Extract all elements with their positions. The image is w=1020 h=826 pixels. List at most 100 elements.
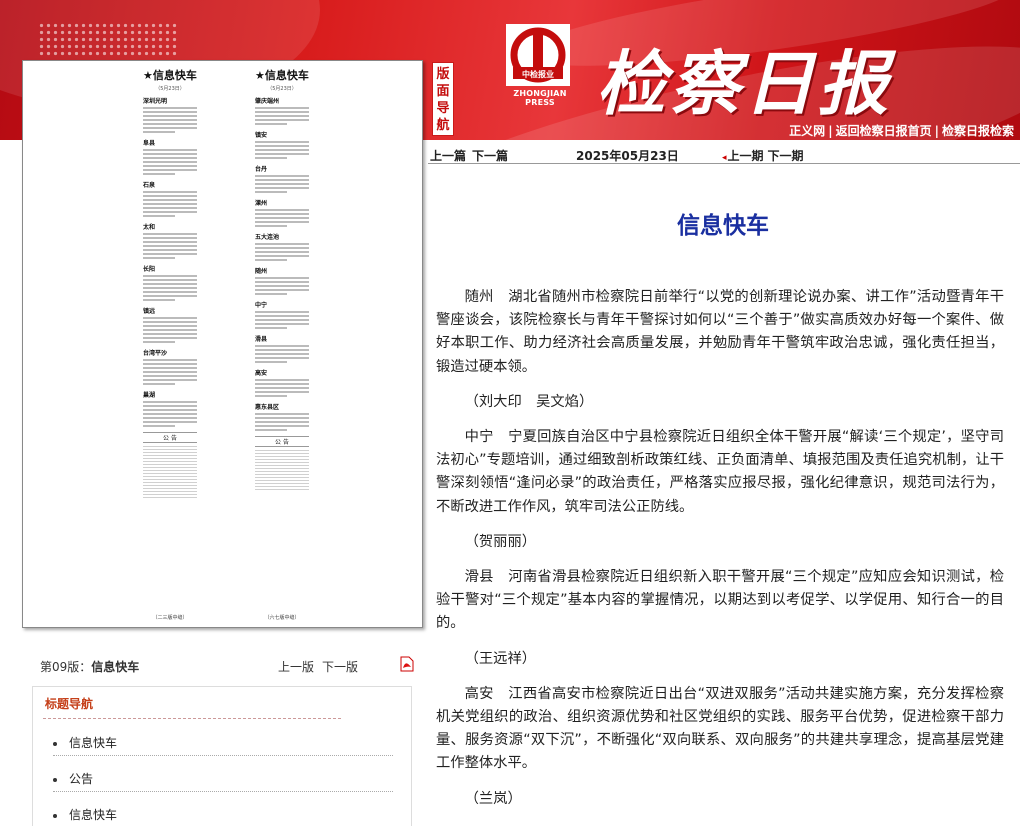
preview-text-line <box>143 359 197 361</box>
preview-column-left[interactable]: ★信息快车 （5月23日） 深圳光明 阜县 石泉 太和 长阳 镇远 台湾平沙 巢湖 公 告 （… <box>143 67 197 621</box>
preview-text-line <box>255 315 309 317</box>
arrow-left-icon: ◂ <box>722 153 727 163</box>
preview-text-line <box>143 111 197 113</box>
preview-text-line <box>255 145 309 147</box>
preview-text-line <box>143 153 197 155</box>
preview-text-line <box>143 405 197 407</box>
title-navigation-panel: 标题导航 信息快车 公告 信息快车 <box>32 686 412 826</box>
preview-column-date: （5月23日） <box>155 86 185 92</box>
logo-emblem-icon: 中检报业 <box>510 27 566 83</box>
preview-text-line <box>143 321 197 323</box>
preview-text-line <box>143 207 197 209</box>
next-issue-link[interactable]: 下一期 <box>768 149 804 163</box>
preview-article-block: 高安 <box>255 368 309 397</box>
bullet-icon <box>53 813 57 818</box>
prev-page-link[interactable]: 上一版 <box>278 660 314 674</box>
link-search[interactable]: 检察日报检索 <box>942 124 1014 138</box>
preview-text-line <box>143 425 176 427</box>
prev-article-link[interactable]: 上一篇 <box>430 149 466 163</box>
preview-text-line <box>143 203 197 205</box>
preview-text-line <box>255 379 309 381</box>
toc-item[interactable]: 信息快车 <box>53 806 117 823</box>
preview-text-line <box>255 311 309 313</box>
preview-fine-print-line <box>255 471 309 472</box>
page-number: 第09版： <box>40 660 92 674</box>
preview-text-line <box>255 221 309 223</box>
preview-text-line <box>255 357 309 359</box>
preview-text-line <box>143 363 197 365</box>
article-paragraph: 高安 江西省高安市检察院近日出台“双进双服务”活动共建实施方案，充分发挥检察机关… <box>436 685 1004 772</box>
preview-text-line <box>255 111 309 113</box>
preview-article-heading: 五大连池 <box>255 234 280 241</box>
press-logo: 中检报业 ZHONGJIAN PRESS <box>506 24 574 107</box>
toc-item[interactable]: 信息快车 <box>53 734 117 751</box>
preview-text-line <box>255 153 309 155</box>
preview-article-block: 长阳 <box>143 264 197 301</box>
preview-text-line <box>143 287 197 289</box>
preview-article-block: 中宁 <box>255 300 309 329</box>
preview-text-line <box>143 249 197 251</box>
preview-article-block: 石泉 <box>143 180 197 217</box>
preview-text-line <box>255 395 288 397</box>
preview-fine-print-line <box>255 459 309 460</box>
preview-text-line <box>255 425 309 427</box>
preview-text-line <box>255 213 309 215</box>
preview-text-line <box>255 281 309 283</box>
link-home[interactable]: 返回检察日报首页 <box>836 124 932 138</box>
preview-notice: 公 告 <box>255 436 309 447</box>
preview-column-right[interactable]: ★信息快车 （5月23日） 肇庆端州 镇安 台丹 溧州 五大连池 随州 中宁 滑县 高安 惠东县区… <box>255 67 309 621</box>
preview-column-date: （5月23日） <box>267 86 297 92</box>
preview-fine-print-line <box>143 476 197 477</box>
preview-article-heading: 镇安 <box>255 132 268 139</box>
prev-issue-link[interactable]: 上一期 <box>728 149 764 163</box>
pdf-download-icon[interactable] <box>400 656 414 672</box>
preview-text-line <box>143 173 176 175</box>
preview-fine-print-line <box>143 485 197 486</box>
article-author: （贺丽丽） <box>464 533 537 550</box>
preview-article-block: 五大连池 <box>255 232 309 261</box>
article-paragraph: 中宁 宁夏回族自治区中宁县检察院近日组织全体干警开展“解读‘三个规定’，坚守司法… <box>436 429 1004 515</box>
preview-text-line <box>255 225 288 227</box>
page-name: 信息快车 <box>91 660 140 674</box>
preview-text-line <box>143 237 197 239</box>
preview-text-line <box>143 241 197 243</box>
preview-text-line <box>255 175 309 177</box>
preview-text-line <box>255 191 288 193</box>
preview-text-line <box>143 115 197 117</box>
next-article-link[interactable]: 下一篇 <box>472 149 508 163</box>
preview-text-line <box>143 329 197 331</box>
next-page-link[interactable]: 下一版 <box>322 660 358 674</box>
preview-text-line <box>143 379 197 381</box>
preview-article-block: 镇远 <box>143 306 197 343</box>
preview-text-line <box>143 383 176 385</box>
preview-text-line <box>255 349 309 351</box>
preview-text-line <box>255 387 309 389</box>
banner-dot-pattern <box>38 22 178 56</box>
toc-item[interactable]: 公告 <box>53 770 93 787</box>
preview-text-line <box>143 169 197 171</box>
preview-text-line <box>255 141 309 143</box>
preview-article-block: 肇庆端州 <box>255 96 309 125</box>
preview-text-line <box>255 255 309 257</box>
newspaper-masthead: 检察日报 <box>596 42 892 125</box>
preview-fine-print-line <box>143 458 197 459</box>
preview-article-block: 深圳光明 <box>143 96 197 133</box>
preview-text-line <box>143 199 197 201</box>
preview-text-line <box>143 371 197 373</box>
page-preview-image[interactable]: ★信息快车 （5月23日） 深圳光明 阜县 石泉 太和 长阳 镇远 台湾平沙 巢湖 公 告 （… <box>22 60 423 628</box>
preview-text-line <box>143 215 176 217</box>
preview-text-line <box>255 157 288 159</box>
preview-text-line <box>255 247 309 249</box>
link-zhengyi[interactable]: 正义网 <box>789 124 825 138</box>
preview-fine-print-line <box>143 446 197 447</box>
preview-text-line <box>143 333 197 335</box>
article-author: （王远祥） <box>464 650 537 667</box>
preview-text-line <box>255 413 309 415</box>
preview-text-line <box>255 285 309 287</box>
preview-text-line <box>143 131 176 133</box>
page-nav-vertical-label[interactable]: 版面导航 <box>432 62 454 136</box>
preview-fine-print-line <box>255 489 309 490</box>
preview-text-line <box>143 195 197 197</box>
preview-text-line <box>143 253 197 255</box>
preview-text-line <box>255 361 288 363</box>
